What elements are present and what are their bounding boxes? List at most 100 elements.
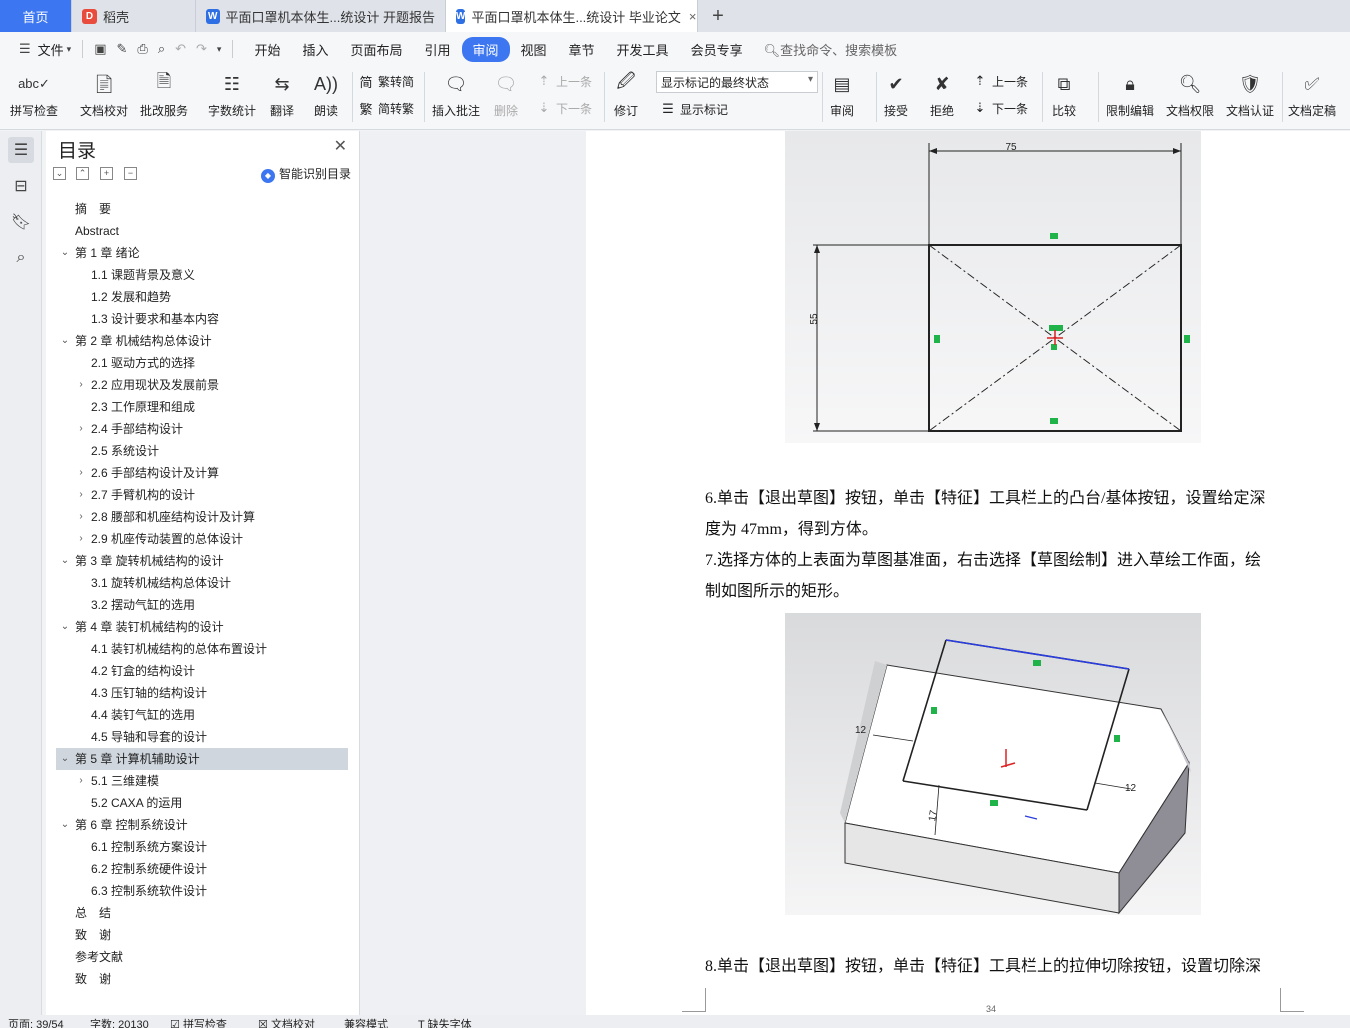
tab-thesis-doc[interactable]: W 平面口罩机本体生...统设计 毕业论文 ×: [446, 0, 698, 32]
chevron-right-icon[interactable]: ›: [75, 770, 87, 792]
toc-item[interactable]: ⌄ 第 2 章 机械结构总体设计: [56, 330, 348, 352]
doc-cert-button[interactable]: 🛡︎ 文档认证: [1226, 70, 1274, 126]
toc-item[interactable]: › 2.6 手部结构设计及计算: [56, 462, 348, 484]
toc-item[interactable]: 6.3 控制系统软件设计: [56, 880, 348, 902]
search-icon[interactable]: ⌕: [8, 245, 34, 271]
close-icon[interactable]: ×: [689, 9, 697, 24]
doc-finalize-button[interactable]: ✅︎ 文档定稿: [1288, 70, 1336, 126]
command-search[interactable]: 🔍︎查找命令、搜索模板: [764, 40, 898, 59]
toc-item[interactable]: 5.2 CAXA 的运用: [56, 792, 348, 814]
reject-button[interactable]: ✘ 拒绝: [928, 70, 956, 126]
page-indicator[interactable]: 页面: 39/54: [8, 1016, 64, 1028]
delete-comment-button[interactable]: 🗨︎ 删除: [492, 70, 520, 126]
spell-check-status[interactable]: ☑ 拼写检查: [170, 1016, 227, 1028]
doc-permission-button[interactable]: 🔍︎ 文档权限: [1166, 70, 1214, 126]
toc-item[interactable]: 摘 要: [56, 198, 348, 220]
toc-panel-icon[interactable]: ☰: [8, 137, 34, 163]
expand-up-icon[interactable]: ⌃: [76, 167, 89, 180]
smart-toc-button[interactable]: ◆ 智能识别目录: [260, 165, 351, 183]
menu-tab-7[interactable]: 开发工具: [606, 37, 680, 62]
chevron-down-icon[interactable]: ⌄: [59, 330, 71, 352]
prev-change-button[interactable]: ⇡ 上一条: [972, 70, 1028, 92]
spell-check-button[interactable]: abc✓ 拼写检查: [10, 70, 58, 126]
toc-item[interactable]: ⌄ 第 3 章 旋转机械结构的设计: [56, 550, 348, 572]
toc-item[interactable]: 2.5 系统设计: [56, 440, 348, 462]
toc-item[interactable]: › 2.9 机座传动装置的总体设计: [56, 528, 348, 550]
menu-tab-2[interactable]: 页面布局: [339, 37, 413, 62]
close-icon[interactable]: ✕: [334, 136, 347, 156]
read-aloud-button[interactable]: A)) 朗读: [312, 70, 340, 126]
toc-item[interactable]: 致 谢: [56, 968, 348, 990]
tab-proposal-doc[interactable]: W 平面口罩机本体生...统设计 开题报告: [196, 0, 446, 32]
toc-item[interactable]: 1.2 发展和趋势: [56, 286, 348, 308]
chevron-down-icon[interactable]: ⌄: [59, 550, 71, 572]
menu-tab-5[interactable]: 视图: [510, 37, 558, 62]
document-page[interactable]: 75 55 6.单击【退出草图】按钮，单击【特征】工具栏上的凸台/基体按钮，设置…: [586, 131, 1350, 1015]
toc-item[interactable]: 6.1 控制系统方案设计: [56, 836, 348, 858]
collapse-all-icon[interactable]: ⌄: [53, 167, 66, 180]
chevron-right-icon[interactable]: ›: [75, 528, 87, 550]
chevron-down-icon[interactable]: ⌄: [59, 616, 71, 638]
tab-daoke[interactable]: D 稻壳: [72, 0, 196, 32]
word-count-button[interactable]: ☷ 字数统计: [208, 70, 256, 126]
next-comment-button[interactable]: ⇣ 下一条: [536, 97, 592, 119]
simp-to-trad-button[interactable]: 繁简转繁: [358, 97, 414, 119]
compare-button[interactable]: ⧉ 比较: [1050, 70, 1078, 126]
chevron-right-icon[interactable]: ›: [75, 374, 87, 396]
toc-item[interactable]: 2.3 工作原理和组成: [56, 396, 348, 418]
bookmark-icon[interactable]: 🔖︎: [8, 209, 34, 235]
save-icon[interactable]: ▣: [94, 41, 106, 57]
chevron-down-icon[interactable]: ⌄: [59, 748, 71, 770]
track-changes-button[interactable]: 🖉︎ 修订: [612, 70, 640, 126]
toc-item[interactable]: › 2.8 腰部和机座结构设计及计算: [56, 506, 348, 528]
menu-tab-3[interactable]: 引用: [413, 37, 461, 62]
toc-item[interactable]: 1.3 设计要求和基本内容: [56, 308, 348, 330]
restrict-edit-button[interactable]: 🔒︎ 限制编辑: [1106, 70, 1154, 126]
toc-item[interactable]: ⌄ 第 6 章 控制系统设计: [56, 814, 348, 836]
toc-item[interactable]: 4.5 导轴和导套的设计: [56, 726, 348, 748]
accept-button[interactable]: ✔ 接受: [882, 70, 910, 126]
toc-item[interactable]: 6.2 控制系统硬件设计: [56, 858, 348, 880]
doc-proof-button[interactable]: 📄︎ 文档校对: [80, 70, 128, 126]
menu-tab-4[interactable]: 审阅: [461, 36, 510, 62]
redo-icon[interactable]: ↷: [196, 41, 207, 57]
toc-item[interactable]: Abstract: [56, 220, 348, 242]
toc-item[interactable]: 1.1 课题背景及意义: [56, 264, 348, 286]
batch-service-button[interactable]: 🗎︎ 批改服务: [140, 70, 188, 126]
toc-item[interactable]: › 5.1 三维建模: [56, 770, 348, 792]
chevron-right-icon[interactable]: ›: [75, 484, 87, 506]
undo-icon[interactable]: ↶: [175, 41, 186, 57]
toc-item[interactable]: 总 结: [56, 902, 348, 924]
toc-item[interactable]: 3.1 旋转机械结构总体设计: [56, 572, 348, 594]
print-preview-icon[interactable]: ⌕: [158, 41, 165, 57]
toc-item[interactable]: › 2.7 手臂机构的设计: [56, 484, 348, 506]
toc-item[interactable]: 4.1 装钉机械结构的总体布置设计: [56, 638, 348, 660]
chevron-right-icon[interactable]: ›: [75, 506, 87, 528]
prev-comment-button[interactable]: ⇡ 上一条: [536, 70, 592, 92]
word-count-status[interactable]: 字数: 20130: [90, 1016, 149, 1028]
toc-item[interactable]: › 2.4 手部结构设计: [56, 418, 348, 440]
translate-button[interactable]: ⇆ 翻译: [268, 70, 296, 126]
chevron-down-icon[interactable]: ⌄: [59, 814, 71, 836]
review-button[interactable]: ▤ 审阅: [828, 70, 856, 126]
toc-item[interactable]: 2.1 驱动方式的选择: [56, 352, 348, 374]
menu-tab-8[interactable]: 会员专享: [680, 37, 754, 62]
chevron-right-icon[interactable]: ›: [75, 418, 87, 440]
toc-item[interactable]: 4.2 钉盒的结构设计: [56, 660, 348, 682]
toc-item[interactable]: 3.2 摆动气缸的选用: [56, 594, 348, 616]
trad-to-simp-button[interactable]: 简繁转简: [358, 70, 414, 92]
proof-status[interactable]: ☒ 文档校对: [258, 1016, 315, 1028]
chapter-nav-icon[interactable]: ⊟: [8, 173, 34, 199]
customize-icon[interactable]: ▾: [217, 44, 222, 55]
missing-font-status[interactable]: T 缺失字体: [418, 1016, 472, 1028]
add-heading-icon[interactable]: +: [100, 167, 113, 180]
chevron-down-icon[interactable]: ▾: [67, 44, 72, 55]
toc-item[interactable]: ⌄ 第 5 章 计算机辅助设计: [56, 748, 348, 770]
print-icon[interactable]: ⎙: [137, 41, 147, 57]
toc-item[interactable]: 4.3 压钉轴的结构设计: [56, 682, 348, 704]
toc-item[interactable]: › 2.2 应用现状及发展前景: [56, 374, 348, 396]
remove-heading-icon[interactable]: −: [124, 167, 137, 180]
chevron-right-icon[interactable]: ›: [75, 462, 87, 484]
format-painter-icon[interactable]: ✎: [117, 41, 128, 57]
show-markup-button[interactable]: ☰ 显示标记: [660, 98, 728, 120]
